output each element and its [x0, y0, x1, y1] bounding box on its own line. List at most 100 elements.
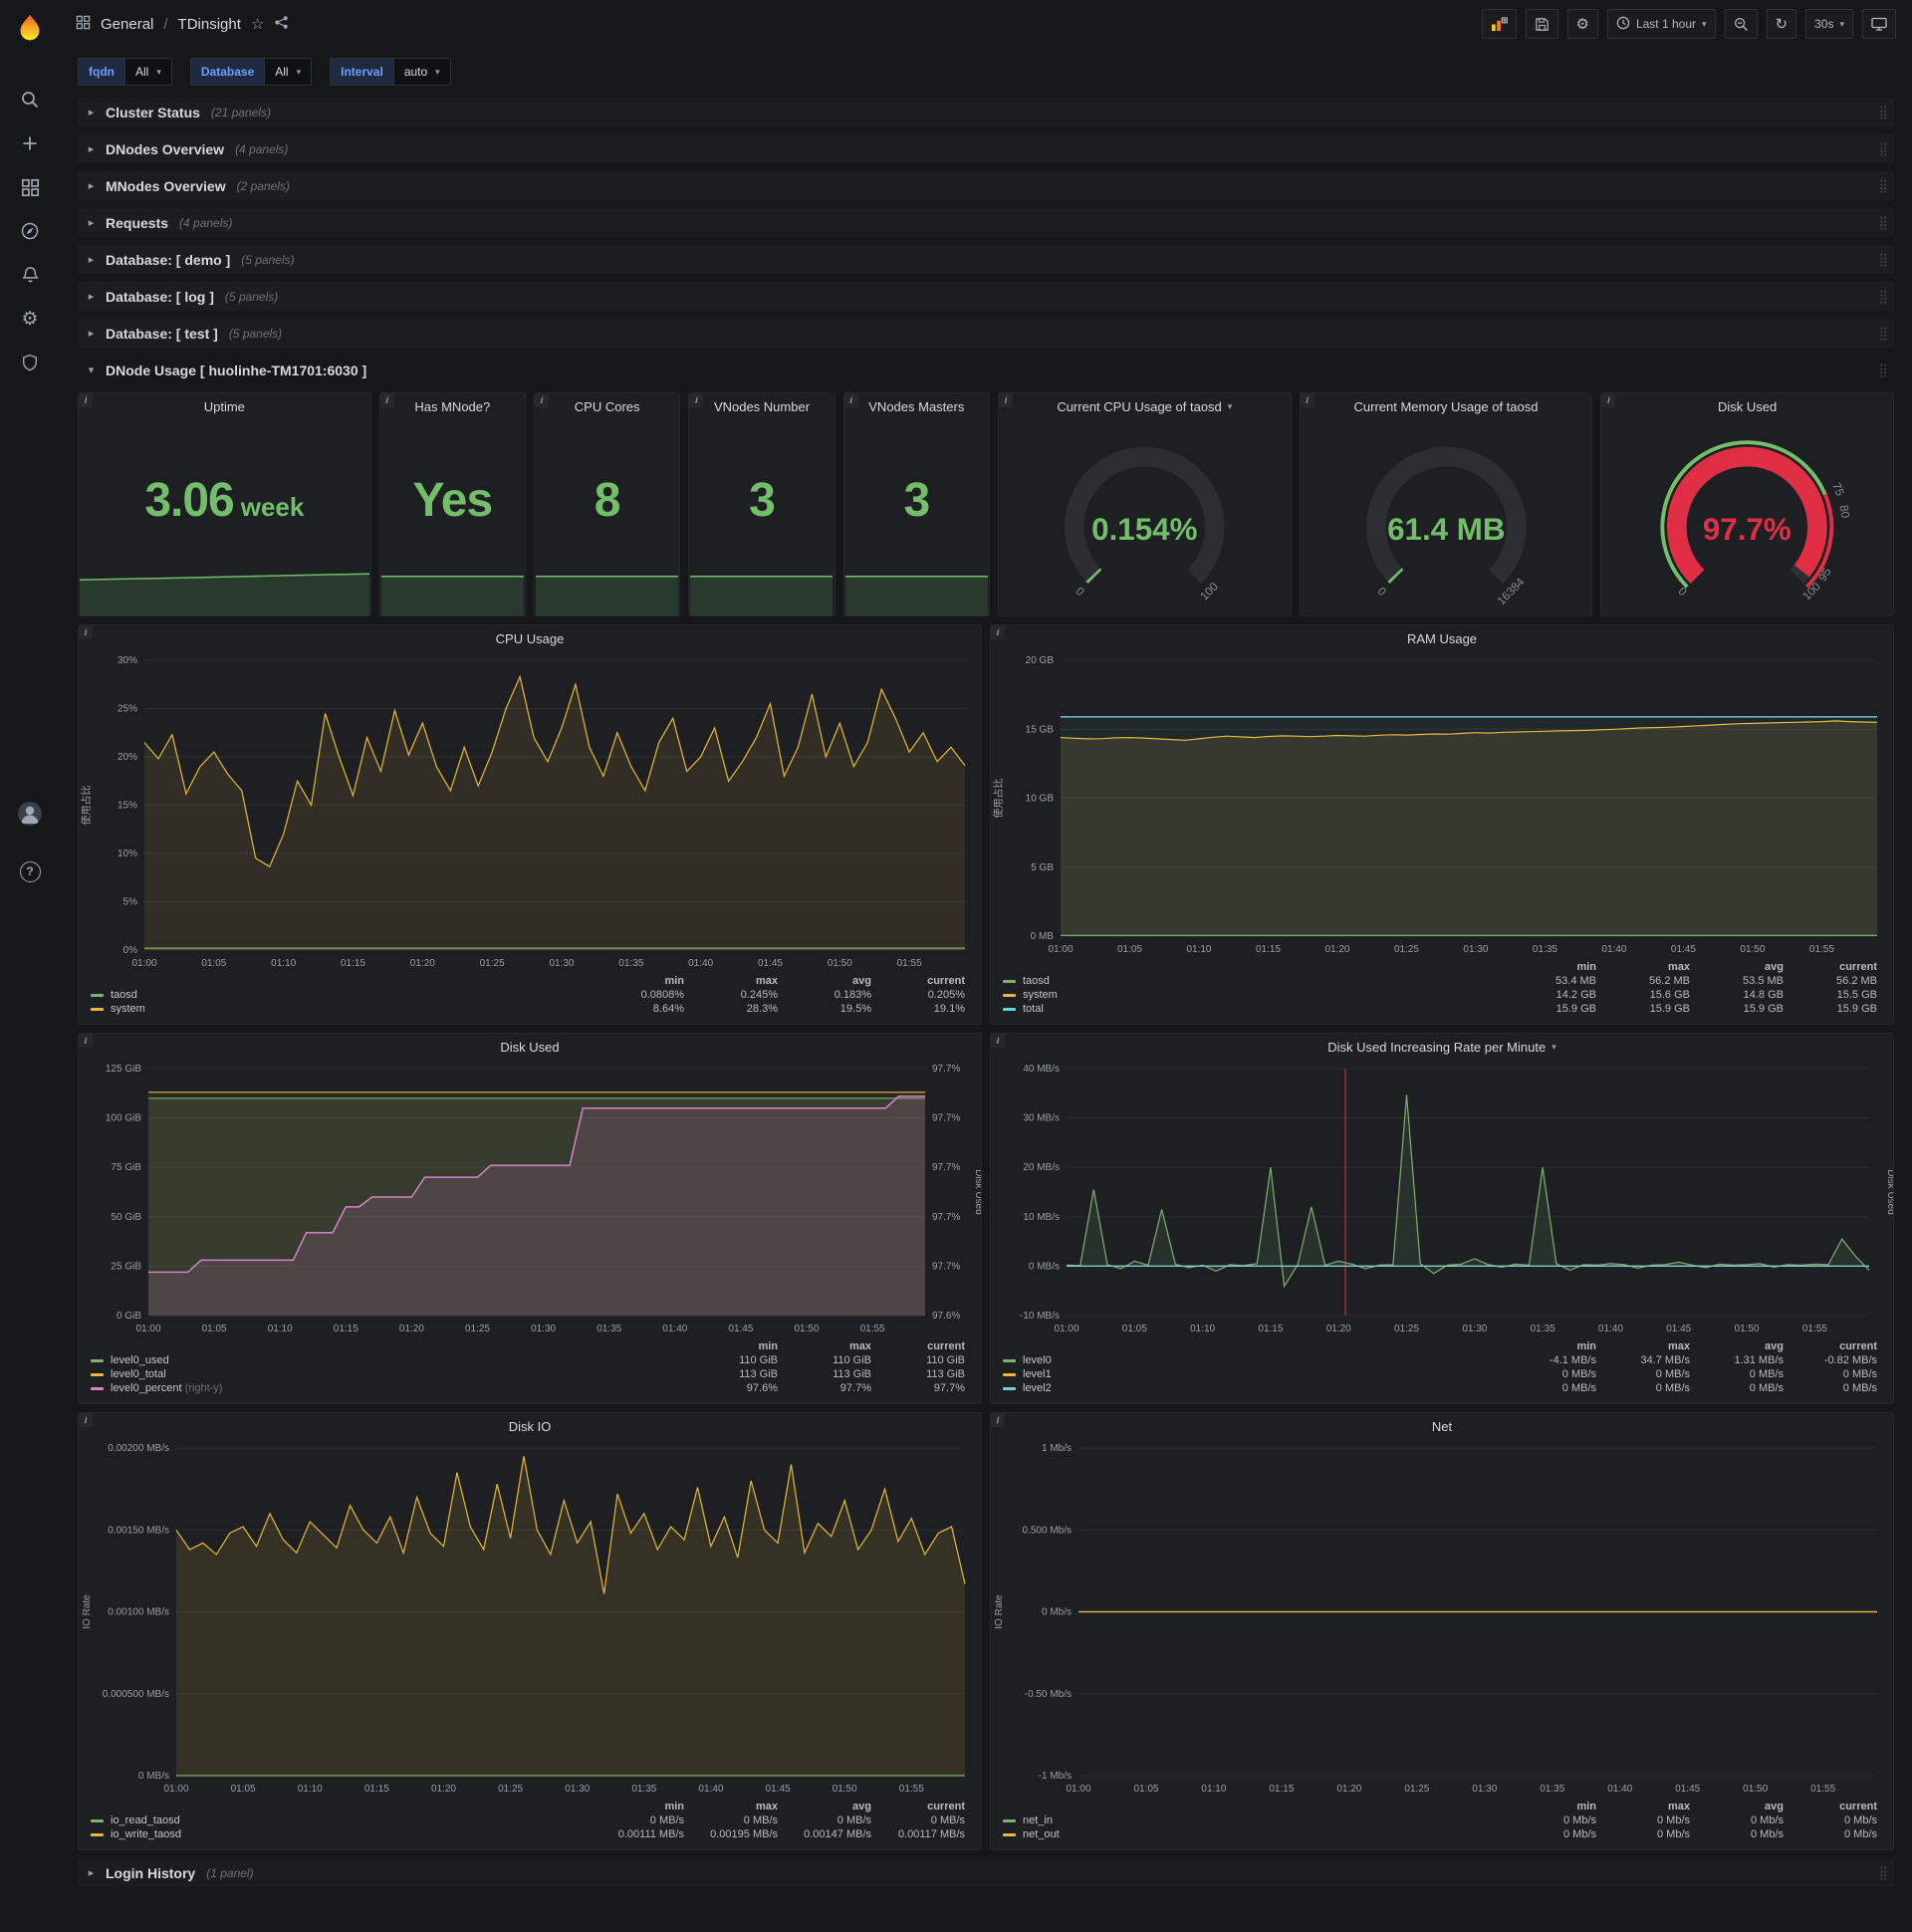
panel-title[interactable]: Disk Used	[1601, 393, 1893, 420]
row-cluster-status[interactable]: ▸ Cluster Status (21 panels) ⣿	[78, 98, 1894, 126]
row-database-log[interactable]: ▸ Database: [ log ] (5 panels) ⣿	[78, 282, 1894, 311]
panel-info-icon[interactable]: i	[79, 625, 93, 639]
legend-column-header[interactable]: max	[688, 1800, 782, 1813]
row-dnodes-overview[interactable]: ▸ DNodes Overview (4 panels) ⣿	[78, 134, 1894, 163]
cpu-usage-chart[interactable]: 0% 5% 10% 15% 20% 25% 30% 01:00 01:05 01:10 01:15 0…	[79, 652, 981, 972]
legend-series-toggle[interactable]: level0_used	[91, 1353, 688, 1367]
legend-series-toggle[interactable]: net_out	[1003, 1827, 1507, 1841]
legend-series-toggle[interactable]: system	[91, 1002, 595, 1016]
panel-title[interactable]: Has MNode?	[380, 393, 525, 420]
dashboards-icon[interactable]	[8, 165, 52, 209]
row-login-history[interactable]: ▸ Login History (1 panel) ⣿	[78, 1858, 1894, 1887]
legend-series-toggle[interactable]: system	[1003, 988, 1507, 1002]
legend-series-toggle[interactable]: level0_total	[91, 1367, 688, 1381]
breadcrumb-dashboard[interactable]: TDinsight	[178, 16, 241, 33]
save-dashboard-button[interactable]	[1525, 9, 1558, 39]
legend-column-header[interactable]: min	[595, 974, 688, 988]
panel-title[interactable]: VNodes Number	[689, 393, 834, 420]
panel-info-icon[interactable]: i	[79, 1413, 93, 1427]
add-panel-button[interactable]	[1481, 9, 1517, 39]
row-drag-handle[interactable]: ⣿	[1878, 178, 1888, 194]
panel-title[interactable]: RAM Usage	[991, 625, 1893, 652]
legend-column-header[interactable]: min	[688, 1339, 782, 1353]
legend-series-toggle[interactable]: taosd	[1003, 974, 1507, 988]
legend-column-header[interactable]: current	[875, 974, 969, 988]
variable-value-dropdown[interactable]: All ▾	[264, 58, 313, 86]
legend-series-toggle[interactable]: io_write_taosd	[91, 1827, 595, 1841]
ram-usage-chart[interactable]: 0 MB 5 GB 10 GB 15 GB 20 GB 01:00 01:05 01:10 01…	[991, 652, 1893, 958]
time-range-picker[interactable]: Last 1 hour ▾	[1606, 9, 1716, 39]
legend-series-toggle[interactable]: level0_percent (right-y)	[91, 1381, 688, 1395]
grafana-logo[interactable]	[8, 8, 52, 48]
disk-io-chart[interactable]: 0 MB/s 0.000500 MB/s 0.00100 MB/s 0.00150 M…	[79, 1440, 981, 1798]
row-database-demo[interactable]: ▸ Database: [ demo ] (5 panels) ⣿	[78, 245, 1894, 274]
panel-info-icon[interactable]: i	[991, 625, 1005, 639]
legend-column-header[interactable]: avg	[782, 974, 875, 988]
alerting-bell-icon[interactable]	[8, 253, 52, 297]
row-drag-handle[interactable]: ⣿	[1878, 105, 1888, 121]
panel-info-icon[interactable]: i	[1601, 393, 1616, 407]
row-drag-handle[interactable]: ⣿	[1878, 252, 1888, 268]
legend-column-header[interactable]: min	[1507, 960, 1600, 974]
disk-used-chart[interactable]: 0 GiB 97.6% 25 GiB 97.7% 50 GiB 97.7% 75 GiB 97…	[79, 1061, 981, 1337]
legend-series-toggle[interactable]: level0	[1003, 1353, 1507, 1367]
row-mnodes-overview[interactable]: ▸ MNodes Overview (2 panels) ⣿	[78, 171, 1894, 200]
refresh-button[interactable]: ↻	[1766, 9, 1797, 39]
legend-column-header[interactable]: max	[1600, 1800, 1694, 1813]
panel-title[interactable]: Disk Used	[79, 1034, 981, 1061]
panel-title[interactable]: CPU Cores	[535, 393, 679, 420]
legend-column-header[interactable]: current	[1788, 960, 1881, 974]
panel-title[interactable]: CPU Usage	[79, 625, 981, 652]
row-drag-handle[interactable]: ⣿	[1878, 141, 1888, 157]
user-avatar[interactable]	[8, 792, 52, 836]
legend-series-toggle[interactable]: level2	[1003, 1381, 1507, 1395]
explore-compass-icon[interactable]	[8, 209, 52, 253]
legend-column-header[interactable]: min	[1507, 1800, 1600, 1813]
zoom-out-button[interactable]	[1724, 9, 1758, 39]
row-database-test[interactable]: ▸ Database: [ test ] (5 panels) ⣿	[78, 319, 1894, 348]
legend-column-header[interactable]: current	[875, 1800, 969, 1813]
panel-info-icon[interactable]: i	[379, 393, 394, 407]
panel-info-icon[interactable]: i	[79, 1034, 93, 1048]
refresh-interval-dropdown[interactable]: 30s ▾	[1805, 9, 1853, 39]
legend-column-header[interactable]: max	[782, 1339, 875, 1353]
panel-info-icon[interactable]: i	[991, 1413, 1005, 1427]
panel-title[interactable]: Current CPU Usage of taosd ▾	[999, 393, 1291, 420]
variable-value-dropdown[interactable]: All ▾	[124, 58, 172, 86]
dashboard-settings-button[interactable]: ⚙	[1566, 9, 1598, 39]
panel-title[interactable]: Disk Used Increasing Rate per Minute ▾	[991, 1034, 1893, 1061]
panel-title[interactable]: VNodes Masters	[844, 393, 989, 420]
dashboards-grid-icon[interactable]	[76, 15, 91, 34]
row-drag-handle[interactable]: ⣿	[1878, 289, 1888, 305]
panel-title[interactable]: Disk IO	[79, 1413, 981, 1440]
legend-column-header[interactable]: max	[1600, 960, 1694, 974]
legend-column-header[interactable]: min	[1507, 1339, 1600, 1353]
panel-info-icon[interactable]: i	[534, 393, 549, 407]
panel-info-icon[interactable]: i	[79, 393, 93, 407]
row-drag-handle[interactable]: ⣿	[1878, 1865, 1888, 1881]
legend-column-header[interactable]: current	[1788, 1800, 1881, 1813]
legend-series-toggle[interactable]: taosd	[91, 988, 595, 1002]
server-admin-shield-icon[interactable]	[8, 341, 52, 384]
legend-series-toggle[interactable]: total	[1003, 1002, 1507, 1016]
panel-title[interactable]: Uptime	[79, 393, 370, 420]
legend-column-header[interactable]: min	[595, 1800, 688, 1813]
row-drag-handle[interactable]: ⣿	[1878, 215, 1888, 231]
variable-value-dropdown[interactable]: auto ▾	[392, 58, 451, 86]
disk-rate-chart[interactable]: -10 MB/s 0 MB/s 10 MB/s 20 MB/s 30 MB/s 40 MB…	[991, 1061, 1893, 1337]
legend-column-header[interactable]: avg	[1694, 1339, 1788, 1353]
breadcrumb-folder[interactable]: General	[101, 16, 153, 33]
legend-series-toggle[interactable]: io_read_taosd	[91, 1813, 595, 1827]
row-drag-handle[interactable]: ⣿	[1878, 362, 1888, 378]
panel-info-icon[interactable]: i	[991, 1034, 1005, 1048]
legend-column-header[interactable]: avg	[1694, 960, 1788, 974]
legend-column-header[interactable]: current	[875, 1339, 969, 1353]
help-icon[interactable]: ?	[8, 849, 52, 893]
legend-column-header[interactable]: current	[1788, 1339, 1881, 1353]
net-chart[interactable]: -1 Mb/s -0.50 Mb/s 0 Mb/s 0.500 Mb/s 1 Mb/s 0…	[991, 1440, 1893, 1798]
legend-series-toggle[interactable]: net_in	[1003, 1813, 1507, 1827]
legend-column-header[interactable]: max	[688, 974, 782, 988]
panel-info-icon[interactable]: i	[998, 393, 1013, 407]
legend-series-toggle[interactable]: level1	[1003, 1367, 1507, 1381]
legend-column-header[interactable]: max	[1600, 1339, 1694, 1353]
